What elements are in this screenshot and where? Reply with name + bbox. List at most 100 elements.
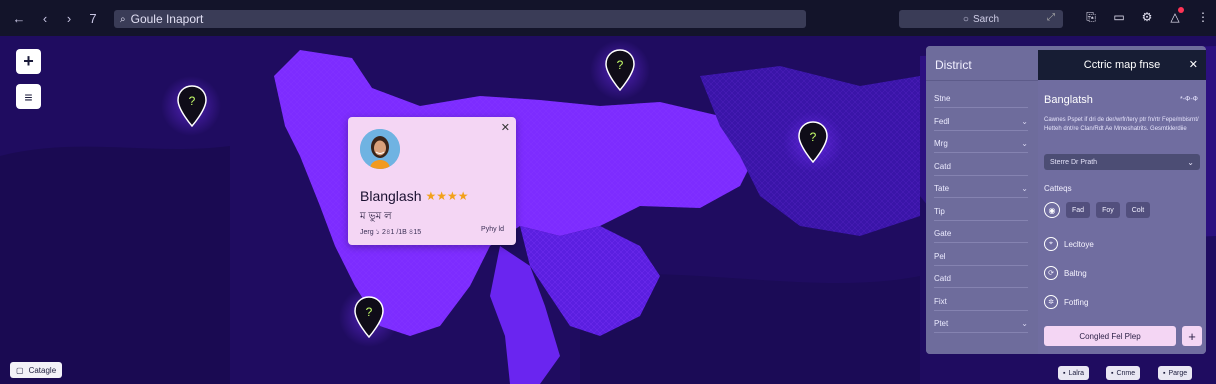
region-select[interactable]: Sterre Dr Prath ⌄ bbox=[1044, 154, 1200, 170]
filter-label: Stne bbox=[934, 94, 951, 103]
primary-action-button[interactable]: Congled Fel Plep bbox=[1044, 326, 1176, 346]
chevron-down-icon: ⌄ bbox=[1021, 139, 1028, 148]
footer-button-labels[interactable]: ▪ Lalra bbox=[1058, 366, 1090, 380]
pin-icon: ◉ bbox=[1044, 202, 1060, 218]
chevron-down-icon: ⌄ bbox=[1021, 116, 1028, 126]
filter-column: District Stne Fedl ⌄ Mrg ⌄ Catd Tate ⌄ Tip Gate Pe… bbox=[926, 46, 1038, 354]
add-button[interactable]: + bbox=[1182, 326, 1202, 346]
browser-toolbar: ← ‹ › 7 ⁞ ⌕ Goule Inaport ○ Sarch ⤢ ⎘ ▭ … bbox=[0, 0, 1216, 36]
section-label: Catteqs bbox=[1044, 184, 1072, 193]
filter-row[interactable]: Catd bbox=[934, 274, 1028, 288]
chip-toy[interactable]: Foy bbox=[1096, 202, 1120, 218]
label-icon: ▪ bbox=[1063, 369, 1066, 377]
close-icon[interactable]: ✕ bbox=[501, 121, 510, 134]
chevron-down-icon: ⌄ bbox=[1187, 157, 1194, 167]
map-app: ? ? ? ? ← ‹ › 7 ⁞ ⌕ Goule Inaport ○ Sarc… bbox=[0, 0, 1216, 384]
zoom-in-button[interactable]: + bbox=[16, 49, 41, 74]
popup-title-text: Blanglash bbox=[360, 188, 422, 204]
region-description: Cawnes Pspet if dri de der/wrfr/tery ptr… bbox=[1044, 117, 1199, 132]
back-icon[interactable]: ← bbox=[8, 7, 30, 29]
detail-header-title: Cctric map fnse bbox=[1083, 59, 1161, 71]
popup-meta: Jerg ১ 2৪1 /1B ৪15 bbox=[360, 229, 422, 236]
chevron-down-icon: ⌄ bbox=[1021, 319, 1028, 328]
filter-row[interactable]: Catd bbox=[934, 162, 1028, 176]
filter-label: Tip bbox=[934, 206, 945, 216]
filter-label: Ptet bbox=[934, 319, 949, 328]
map-pin-marker[interactable]: ? bbox=[353, 295, 385, 339]
search-placeholder: Sarch bbox=[972, 13, 1000, 25]
popup-title: Blanglash ★★★★ bbox=[360, 188, 469, 204]
filter-row[interactable]: Mrg ⌄ bbox=[934, 139, 1028, 153]
side-panel: District Stne Fedl ⌄ Mrg ⌄ Catd Tate ⌄ Tip Gate Pe… bbox=[926, 46, 1206, 354]
filter-label: Gate bbox=[934, 229, 952, 238]
square-icon: ▢ bbox=[16, 365, 24, 375]
category-chips: ◉ Fad Foy Colt bbox=[1044, 202, 1151, 218]
category-label: Catagle bbox=[28, 365, 57, 375]
camera-icon: ▪ bbox=[1111, 369, 1114, 377]
popup-subtitle: ম ভুম ল bbox=[360, 211, 392, 222]
forward-disabled-icon[interactable]: ‹ bbox=[34, 7, 56, 29]
footer-button-page[interactable]: ▪ Parge bbox=[1158, 366, 1193, 380]
more-icon[interactable]: ⋮ bbox=[1196, 9, 1210, 25]
filter-label: Catd bbox=[934, 161, 951, 171]
map-pin-marker[interactable]: ? bbox=[176, 84, 208, 128]
svg-text:?: ? bbox=[366, 305, 373, 319]
search-icon: ○ bbox=[962, 13, 969, 25]
notification-badge bbox=[1178, 7, 1184, 13]
svg-text:?: ? bbox=[617, 58, 624, 72]
footer-label: Parge bbox=[1168, 369, 1188, 377]
filter-row[interactable]: Gate bbox=[934, 229, 1028, 243]
toolbar-icons: ⎘ ▭ ⚙ △ ⋮ bbox=[1084, 7, 1210, 25]
popup-link[interactable]: Pyhy ld bbox=[481, 226, 504, 233]
region-rank: *-Ф-Ф bbox=[1179, 96, 1198, 103]
category-toggle[interactable]: ▢ Catagle bbox=[10, 362, 63, 378]
search-icon: ⌕ bbox=[120, 13, 126, 25]
close-icon[interactable]: ✕ bbox=[1189, 58, 1198, 71]
map-pin-marker[interactable]: ? bbox=[604, 48, 636, 92]
address-bar[interactable]: ⌕ Goule Inaport bbox=[114, 10, 806, 28]
gear-icon: ✲ bbox=[1044, 295, 1058, 309]
search-input[interactable]: ○ Sarch ⤢ bbox=[899, 10, 1063, 28]
option-location[interactable]: ⌖ Lecltoye bbox=[1044, 236, 1094, 252]
chip-food[interactable]: Fad bbox=[1066, 202, 1091, 218]
option-balting[interactable]: ⟳ Baltng bbox=[1044, 265, 1087, 281]
filter-row[interactable]: Ptet ⌄ bbox=[934, 319, 1028, 333]
location-icon: ⌖ bbox=[1044, 237, 1058, 251]
expand-icon[interactable]: ⤢ bbox=[1047, 12, 1055, 23]
filter-row[interactable]: Fixt bbox=[934, 297, 1028, 311]
svg-text:?: ? bbox=[189, 94, 196, 108]
footer-button-come[interactable]: ▪ Cnme bbox=[1106, 366, 1141, 380]
filter-header: District bbox=[935, 58, 972, 72]
detail-column: Cctric map fnse ✕ Banglatsh *-Ф-Ф Cawnes… bbox=[1038, 50, 1206, 354]
filter-row[interactable]: Pel bbox=[934, 252, 1028, 266]
puzzle-icon[interactable]: ⚙ bbox=[1140, 9, 1154, 25]
filter-row[interactable]: Stne bbox=[934, 94, 1028, 108]
filter-row[interactable]: Tip bbox=[934, 207, 1028, 221]
divider bbox=[926, 80, 1038, 81]
filter-row[interactable]: Fedl ⌄ bbox=[934, 117, 1028, 131]
filter-label: Fedl bbox=[934, 116, 950, 126]
footer-label: Cnme bbox=[1116, 369, 1136, 377]
forward-icon[interactable]: › bbox=[58, 7, 80, 29]
option-fotfing[interactable]: ✲ Fotfing bbox=[1044, 294, 1088, 310]
layers-button[interactable]: ≡ bbox=[16, 84, 41, 109]
chat-icon[interactable]: ▭ bbox=[1112, 9, 1126, 25]
chevron-down-icon: ⌄ bbox=[1021, 184, 1028, 193]
filter-row[interactable]: Tate ⌄ bbox=[934, 184, 1028, 198]
notification-icon[interactable]: △ bbox=[1168, 7, 1184, 25]
map-pin-marker[interactable]: ? bbox=[797, 120, 829, 164]
option-label: Lecltoye bbox=[1064, 239, 1094, 249]
avatar bbox=[360, 129, 400, 169]
chip-colt[interactable]: Colt bbox=[1125, 202, 1151, 218]
rating-stars: ★★★★ bbox=[425, 189, 469, 203]
share-icon[interactable]: ⎘ bbox=[1084, 9, 1098, 25]
location-popup: ✕ Blanglash ★★★★ ম ভুম ল Jerg ১ 2৪1 /1B … bbox=[348, 117, 516, 245]
filter-label: Fixt bbox=[934, 296, 947, 306]
select-value: Sterre Dr Prath bbox=[1050, 158, 1098, 166]
filter-label: Catd bbox=[934, 274, 951, 283]
option-label: Fotfing bbox=[1064, 297, 1089, 307]
filter-label: Pel bbox=[934, 251, 946, 261]
filter-label: Tate bbox=[934, 184, 950, 193]
refresh-icon[interactable]: 7 bbox=[82, 7, 104, 29]
filter-label: Mrg bbox=[934, 139, 948, 148]
